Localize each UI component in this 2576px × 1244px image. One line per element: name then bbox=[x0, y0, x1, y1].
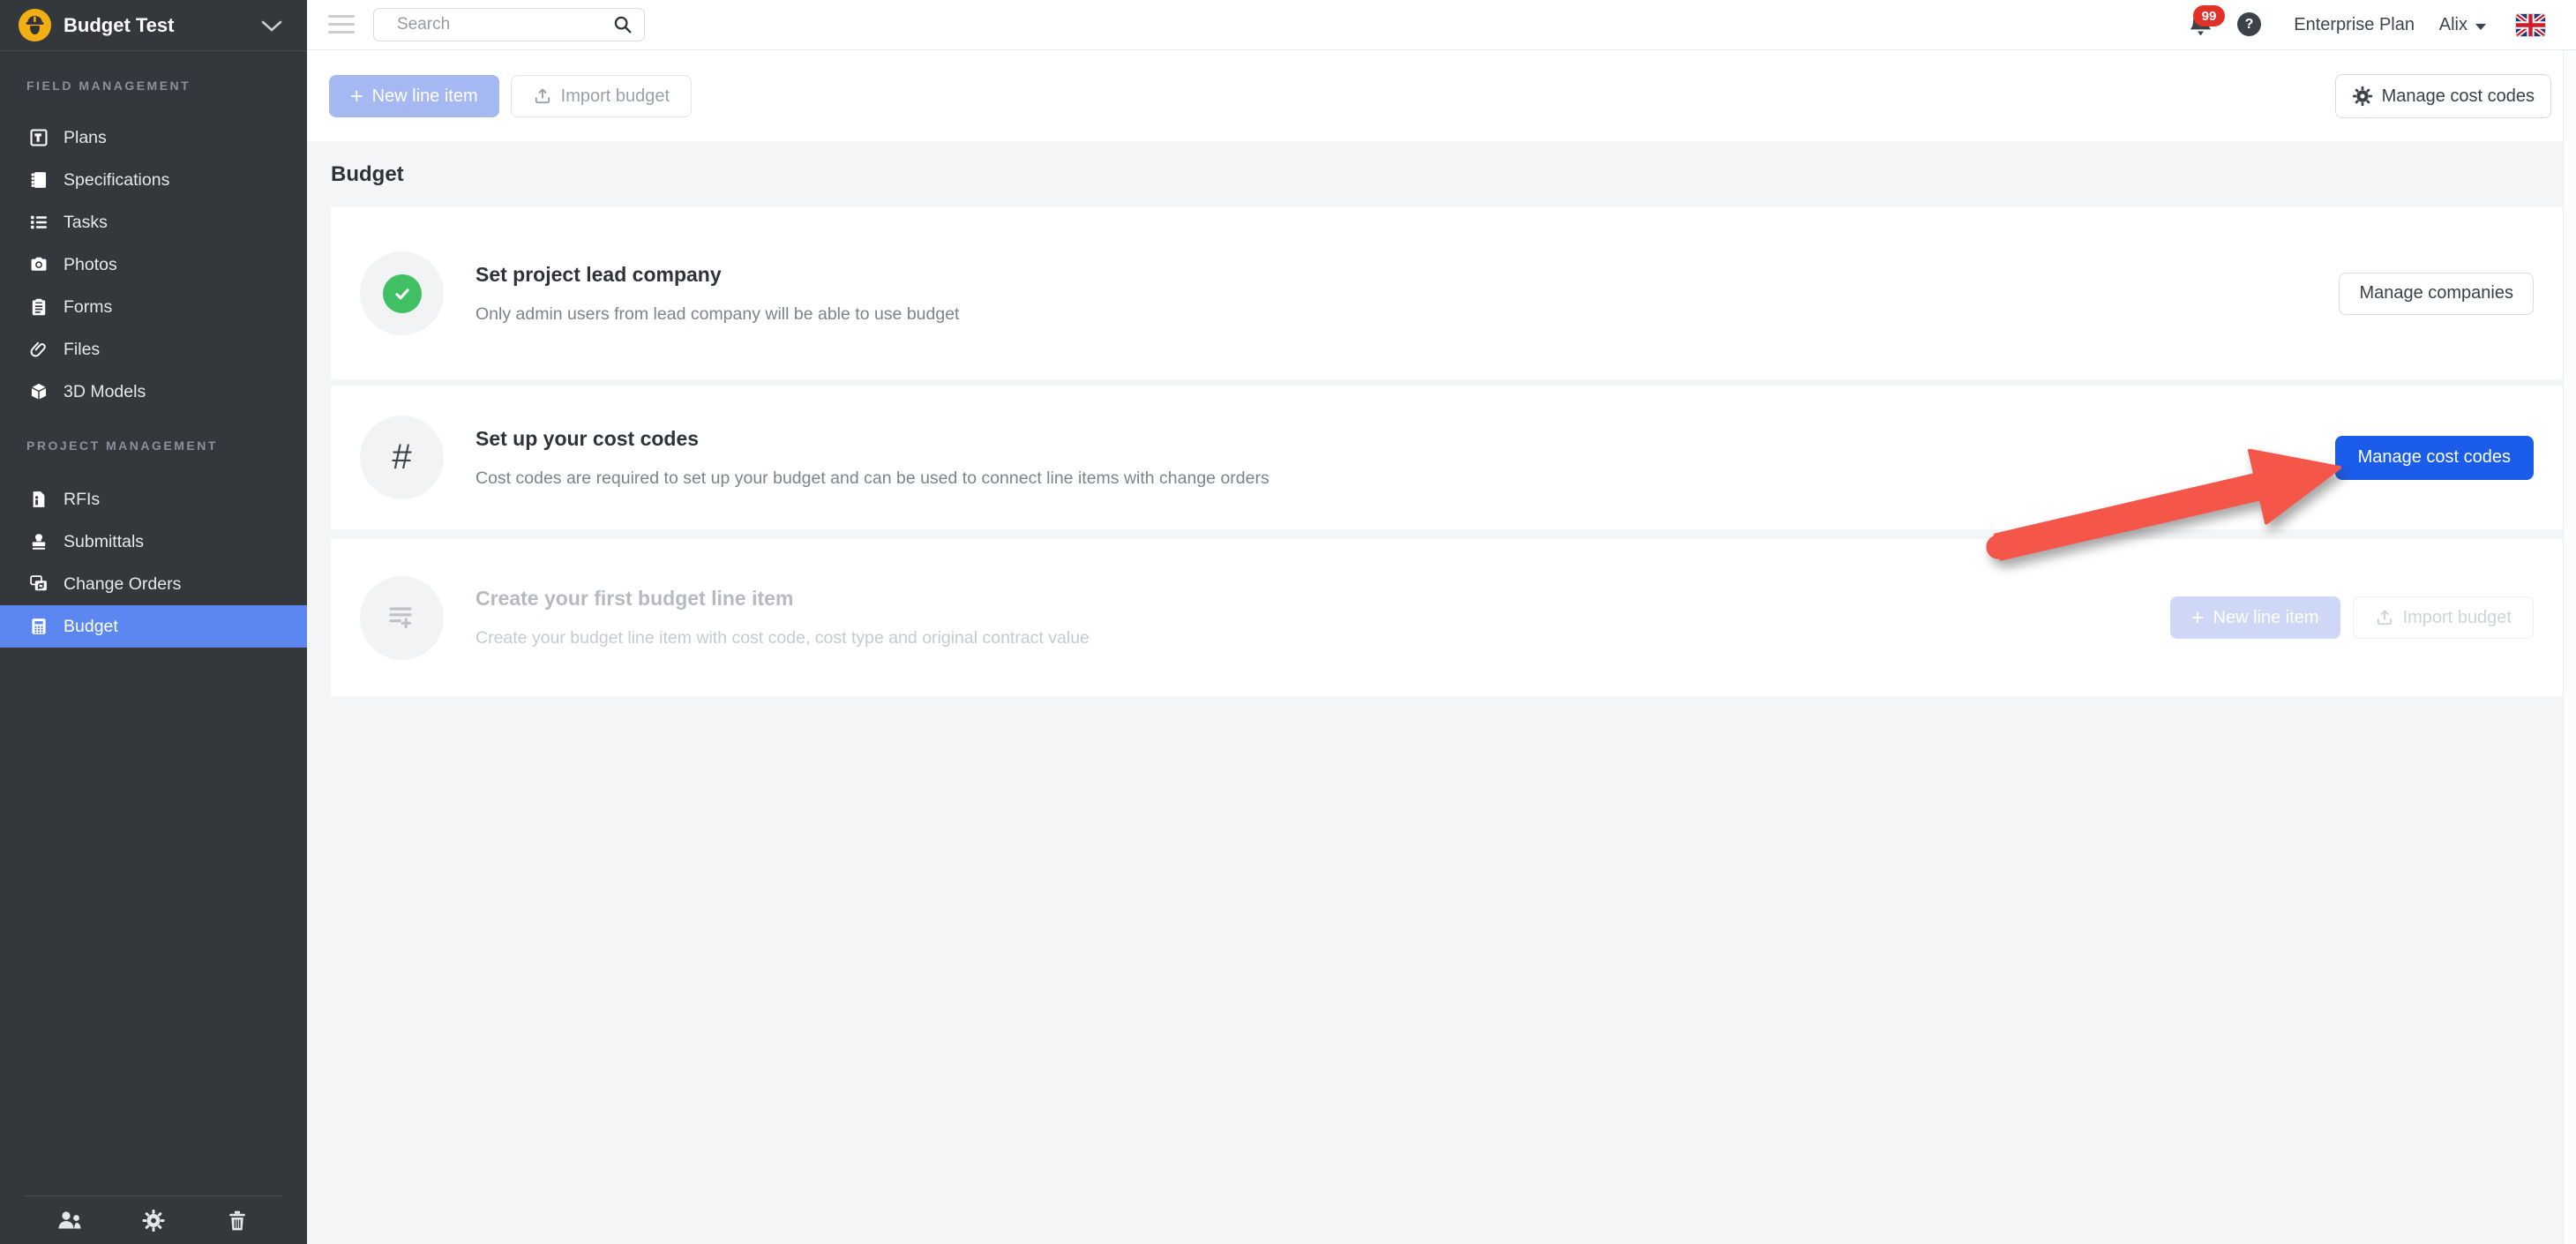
sidebar-item-change-orders[interactable]: Change Orders bbox=[0, 563, 307, 605]
import-budget-button[interactable]: Import budget bbox=[511, 75, 692, 117]
step-title: Set up your cost codes bbox=[476, 427, 1269, 451]
sidebar-section-label: FIELD MANAGEMENT bbox=[26, 79, 191, 93]
sidebar-item-label: Change Orders bbox=[64, 574, 181, 595]
step-description: Create your budget line item with cost c… bbox=[476, 628, 1090, 648]
plan-label[interactable]: Enterprise Plan bbox=[2294, 0, 2415, 50]
sidebar: Budget Test FIELD MANAGEMENT Plans Speci… bbox=[0, 0, 307, 1244]
stamp-icon bbox=[29, 532, 49, 551]
calculator-icon bbox=[29, 617, 49, 636]
add-line-item-icon bbox=[384, 599, 421, 636]
manage-cost-codes-label: Manage cost codes bbox=[2382, 86, 2535, 107]
gear-icon[interactable] bbox=[140, 1209, 167, 1233]
import-budget-button-disabled[interactable]: Import budget bbox=[2353, 596, 2534, 639]
sidebar-item-label: Forms bbox=[64, 297, 112, 318]
budget-toolbar: + New line item Import budget Manage cos… bbox=[307, 50, 2576, 141]
sidebar-item-files[interactable]: Files bbox=[0, 328, 307, 371]
fieldwire-logo bbox=[18, 8, 52, 42]
clipboard-icon bbox=[29, 297, 49, 317]
upload-icon bbox=[2375, 608, 2394, 627]
new-line-item-label: New line item bbox=[2213, 608, 2319, 628]
sidebar-item-label: Files bbox=[64, 340, 100, 360]
sidebar-item-tasks[interactable]: Tasks bbox=[0, 201, 307, 244]
project-selector[interactable]: Budget Test bbox=[0, 0, 307, 51]
sidebar-section-label: PROJECT MANAGEMENT bbox=[26, 438, 218, 453]
manage-companies-button[interactable]: Manage companies bbox=[2339, 273, 2534, 315]
sidebar-item-specifications[interactable]: Specifications bbox=[0, 159, 307, 201]
gear-icon bbox=[2352, 86, 2373, 107]
search-input[interactable] bbox=[373, 8, 645, 41]
user-name: Alix bbox=[2439, 15, 2467, 35]
sidebar-item-photos[interactable]: Photos bbox=[0, 244, 307, 286]
page-title: Budget bbox=[331, 162, 404, 187]
rfi-document-icon bbox=[29, 490, 49, 509]
sidebar-item-label: RFIs bbox=[64, 490, 100, 510]
search-box bbox=[373, 8, 645, 41]
sidebar-item-label: 3D Models bbox=[64, 382, 146, 402]
hash-icon: # bbox=[392, 438, 411, 477]
sidebar-item-budget[interactable]: Budget bbox=[0, 605, 307, 648]
project-name: Budget Test bbox=[64, 14, 174, 37]
change-orders-icon bbox=[29, 574, 49, 594]
user-menu[interactable]: Alix bbox=[2439, 0, 2486, 50]
sidebar-item-rfis[interactable]: RFIs bbox=[0, 478, 307, 521]
caret-down-icon bbox=[2475, 24, 2486, 30]
import-budget-label: Import budget bbox=[2403, 608, 2512, 628]
upload-icon bbox=[533, 86, 552, 106]
topbar: 99 ? Enterprise Plan Alix bbox=[307, 0, 2576, 50]
step-card-cost-codes: # Set up your cost codes Cost codes are … bbox=[331, 386, 2563, 529]
notifications-button[interactable]: 99 bbox=[2186, 11, 2215, 40]
paperclip-icon bbox=[29, 340, 49, 359]
chevron-down-icon bbox=[261, 20, 282, 33]
people-icon[interactable] bbox=[56, 1209, 83, 1233]
sidebar-item-plans[interactable]: Plans bbox=[0, 116, 307, 159]
step-card-lead-company: Set project lead company Only admin user… bbox=[331, 207, 2563, 379]
plans-icon bbox=[29, 128, 49, 147]
step-card-first-line-item: Create your first budget line item Creat… bbox=[331, 539, 2563, 696]
cube-icon bbox=[29, 382, 49, 401]
help-button[interactable]: ? bbox=[2237, 12, 2261, 36]
camera-icon bbox=[29, 255, 49, 274]
step-status-avatar: # bbox=[360, 416, 444, 499]
sidebar-item-3d-models[interactable]: 3D Models bbox=[0, 371, 307, 413]
manage-cost-codes-button[interactable]: Manage cost codes bbox=[2335, 74, 2551, 118]
sidebar-item-submittals[interactable]: Submittals bbox=[0, 521, 307, 563]
manage-cost-codes-primary-button[interactable]: Manage cost codes bbox=[2335, 436, 2534, 480]
scrollbar[interactable] bbox=[2563, 50, 2576, 1244]
language-flag-button[interactable] bbox=[2516, 14, 2545, 36]
sidebar-item-label: Plans bbox=[64, 128, 107, 148]
step-status-avatar bbox=[360, 576, 444, 660]
plus-icon: + bbox=[2191, 607, 2205, 629]
specifications-icon bbox=[29, 170, 49, 190]
help-label: ? bbox=[2245, 17, 2254, 33]
new-line-item-button[interactable]: + New line item bbox=[329, 75, 499, 117]
menu-icon[interactable] bbox=[328, 15, 355, 39]
new-line-item-label: New line item bbox=[372, 86, 478, 107]
sidebar-item-label: Specifications bbox=[64, 170, 169, 191]
sidebar-item-label: Budget bbox=[64, 617, 118, 637]
budget-setup-page: Budget Set project lead company Only adm… bbox=[307, 141, 2576, 1244]
check-circle-icon bbox=[383, 274, 422, 313]
step-description: Only admin users from lead company will … bbox=[476, 304, 959, 325]
plus-icon: + bbox=[350, 86, 363, 108]
import-budget-label: Import budget bbox=[561, 86, 670, 107]
uk-flag-icon bbox=[2516, 14, 2545, 36]
sidebar-footer bbox=[25, 1195, 282, 1244]
sidebar-item-label: Tasks bbox=[64, 213, 108, 233]
notification-badge: 99 bbox=[2193, 5, 2225, 26]
trash-icon[interactable] bbox=[224, 1209, 251, 1233]
sidebar-item-forms[interactable]: Forms bbox=[0, 286, 307, 328]
step-title: Create your first budget line item bbox=[476, 587, 1090, 611]
step-status-avatar bbox=[360, 251, 444, 335]
sidebar-item-label: Photos bbox=[64, 255, 117, 275]
sidebar-item-label: Submittals bbox=[64, 532, 144, 552]
step-description: Cost codes are required to set up your b… bbox=[476, 468, 1269, 489]
search-icon[interactable] bbox=[612, 14, 633, 35]
step-title: Set project lead company bbox=[476, 263, 959, 287]
tasks-icon bbox=[29, 213, 49, 232]
new-line-item-button-disabled[interactable]: + New line item bbox=[2170, 596, 2340, 639]
